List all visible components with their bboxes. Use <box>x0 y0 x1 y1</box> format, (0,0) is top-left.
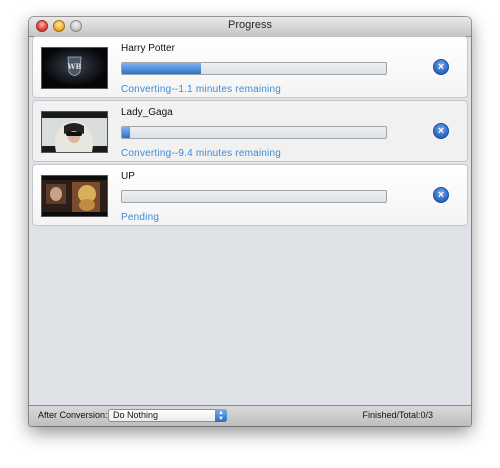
after-conversion-value: Do Nothing <box>113 410 159 420</box>
title-bar[interactable]: Progress <box>29 17 471 37</box>
conversion-list: WB Harry Potter Converting--1.1 minutes … <box>32 36 468 228</box>
close-x-icon: × <box>437 189 445 201</box>
progress-bar <box>121 126 387 139</box>
video-thumbnail: WB <box>41 47 108 89</box>
item-title: Lady_Gaga <box>121 107 173 118</box>
close-x-icon: × <box>437 61 445 73</box>
progress-window: Progress WB Harry Potter Converting--1.1… <box>29 17 471 426</box>
cancel-conversion-button[interactable]: × <box>433 123 449 139</box>
progress-bar <box>121 190 387 203</box>
progress-fill <box>122 127 130 138</box>
after-conversion-label: After Conversion: <box>38 410 108 420</box>
finished-total-counter: Finished/Total:0/3 <box>362 410 433 420</box>
window-title: Progress <box>227 19 273 31</box>
progress-fill <box>122 63 202 74</box>
item-title: UP <box>121 171 135 182</box>
after-conversion-select[interactable]: Do Nothing ▲ ▼ <box>108 409 227 422</box>
item-status: Pending <box>121 212 160 223</box>
conversion-item[interactable]: UP Pending × <box>32 164 468 226</box>
item-title: Harry Potter <box>121 43 175 54</box>
item-status: Converting--9.4 minutes remaining <box>121 148 282 159</box>
video-thumbnail <box>41 175 108 217</box>
conversion-item[interactable]: Lady_Gaga Converting--9.4 minutes remain… <box>32 100 468 162</box>
svg-text:WB: WB <box>67 62 82 71</box>
cancel-conversion-button[interactable]: × <box>433 187 449 203</box>
close-x-icon: × <box>437 125 445 137</box>
progress-bar <box>121 62 387 75</box>
up-down-arrows-icon: ▲ ▼ <box>215 409 227 422</box>
conversion-item[interactable]: WB Harry Potter Converting--1.1 minutes … <box>32 36 468 98</box>
video-thumbnail <box>41 111 108 153</box>
item-status: Converting--1.1 minutes remaining <box>121 84 282 95</box>
bottom-bar: After Conversion: Do Nothing ▲ ▼ Finished… <box>29 405 471 426</box>
cancel-conversion-button[interactable]: × <box>433 59 449 75</box>
